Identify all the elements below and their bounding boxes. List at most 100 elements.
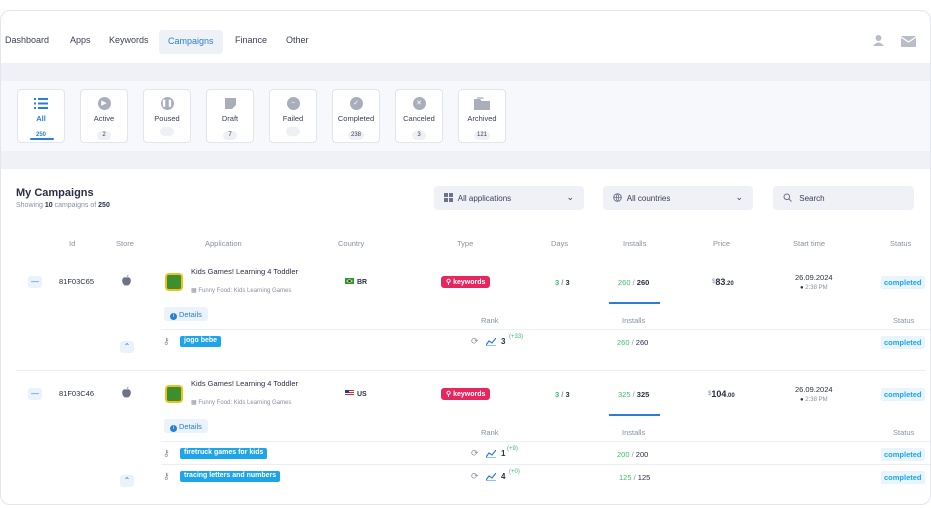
type-label: keywords <box>453 391 486 398</box>
type-badge: ⚲ keywords <box>441 388 491 400</box>
tab-active[interactable]: ▶ Active 2 <box>80 89 128 143</box>
app-name[interactable]: Kids Games! Learning 4 Toddler <box>191 267 301 277</box>
days-done: 3 <box>555 278 560 287</box>
tab-label: Failed <box>282 114 304 123</box>
start-time-value: 2:38 PM <box>805 285 828 291</box>
col-store[interactable]: Store <box>116 239 134 248</box>
status-badge: completed <box>881 471 925 484</box>
tab-archived[interactable]: Archived 121 <box>458 89 506 143</box>
x-icon: ✕ <box>412 97 426 110</box>
nav-apps[interactable]: Apps <box>70 35 91 45</box>
chart-icon[interactable] <box>486 338 496 346</box>
app-developer-name: Funny Food: Kids Learning Games <box>198 288 292 294</box>
subcol-installs: Installs <box>622 316 646 325</box>
summary-count: 10 <box>44 202 53 209</box>
status-badge: completed <box>881 336 925 349</box>
status-tabs: All 250 ▶ Active 2 ❚❚ Poused Draft 7 − F… <box>1 81 930 161</box>
refresh-icon[interactable]: ⟳ <box>471 336 479 347</box>
rank-value: 3 <box>501 337 506 346</box>
tab-draft[interactable]: Draft 7 <box>206 89 254 143</box>
status-badge: completed <box>881 388 925 401</box>
col-type[interactable]: Type <box>457 239 473 248</box>
col-country[interactable]: Country <box>338 239 364 248</box>
installs-progress-bar <box>609 302 660 304</box>
subcol-status: Status <box>893 428 915 437</box>
play-icon: ▶ <box>97 97 111 110</box>
subcol-installs: Installs <box>622 428 646 437</box>
subcol-status: Status <box>893 316 915 325</box>
search-input[interactable]: Search <box>773 186 914 210</box>
rank-value: 1 <box>501 449 506 458</box>
start-time-value: 2:38 PM <box>805 397 828 403</box>
rank-value: 4 <box>501 472 506 481</box>
kw-installs-total: 200 <box>635 450 649 459</box>
countries-filter[interactable]: All countries ⌄ <box>603 186 753 210</box>
col-days[interactable]: Days <box>551 239 568 248</box>
col-start-time[interactable]: Start time <box>793 239 825 248</box>
chevron-up-icon[interactable]: ⌃ <box>120 341 134 353</box>
globe-icon <box>613 193 622 203</box>
installs-total: 325 <box>636 390 650 399</box>
page-title: My Campaigns <box>16 187 94 199</box>
countries-filter-value: All countries <box>626 194 671 203</box>
details-button[interactable]: i Details <box>164 419 208 433</box>
days-cell: 3 / 3 <box>555 278 570 287</box>
tab-count: 121 <box>473 131 490 140</box>
country-cell: BR <box>345 278 367 286</box>
price-cell: $83.20 <box>712 277 734 287</box>
minus-icon: − <box>286 97 300 110</box>
type-label: keywords <box>453 279 486 286</box>
installs-progress-bar <box>609 414 660 416</box>
keyword-tag: tracing letters and numbers <box>180 471 281 482</box>
price-integer: 104 <box>711 389 727 399</box>
campaign-id: 81F03C46 <box>59 389 95 398</box>
nav-dashboard[interactable]: Dashboard <box>5 35 49 45</box>
tab-label: Draft <box>221 114 239 123</box>
kw-installs-done: 200 <box>617 450 630 459</box>
nav-finance[interactable]: Finance <box>235 35 267 45</box>
tab-count: 238 <box>347 131 364 140</box>
rank-delta: (+33) <box>509 334 524 340</box>
keyword-installs: 125 / 125 <box>619 473 651 482</box>
collapse-button[interactable]: — <box>28 276 42 288</box>
details-button[interactable]: i Details <box>164 307 208 321</box>
refresh-icon[interactable]: ⟳ <box>471 471 479 482</box>
tab-canceled[interactable]: ✕ Canceled 3 <box>395 89 443 143</box>
start-date: 26.09.2024 <box>795 385 833 394</box>
tab-all[interactable]: All 250 <box>17 89 65 143</box>
row-divider <box>161 464 930 465</box>
tab-count: 7 <box>223 131 237 140</box>
app-name[interactable]: Kids Games! Learning 4 Toddler <box>191 379 301 389</box>
key-icon: ⚷ <box>163 336 170 346</box>
tab-poused[interactable]: ❚❚ Poused <box>143 89 191 143</box>
col-price[interactable]: Price <box>713 239 730 248</box>
nav-campaigns[interactable]: Campaigns <box>159 30 223 54</box>
apple-icon <box>122 387 131 398</box>
installs-cell: 325 / 325 <box>618 390 650 399</box>
mail-icon[interactable] <box>901 36 916 47</box>
keyword-tag: jogo bebe <box>180 336 222 347</box>
col-id[interactable]: Id <box>69 239 75 248</box>
nav-other[interactable]: Other <box>286 35 309 45</box>
chevron-down-icon: ⌄ <box>566 192 574 202</box>
chevron-up-icon[interactable]: ⌃ <box>120 475 134 487</box>
row-divider <box>161 441 930 442</box>
tab-count: 250 <box>35 132 46 138</box>
tab-count: 3 <box>412 131 426 140</box>
chart-icon[interactable] <box>486 450 496 458</box>
col-installs[interactable]: Installs <box>623 239 646 248</box>
user-icon[interactable] <box>872 34 885 47</box>
refresh-icon[interactable]: ⟳ <box>471 448 479 459</box>
col-status[interactable]: Status <box>890 239 911 248</box>
tab-label: Poused <box>154 114 180 123</box>
keyword-tag: firetruck games for kids <box>180 448 268 459</box>
tab-completed[interactable]: ✓ Completed 238 <box>332 89 380 143</box>
col-application[interactable]: Application <box>205 239 242 248</box>
tab-failed[interactable]: − Failed <box>269 89 317 143</box>
kw-installs-total: 260 <box>635 338 649 347</box>
price-cell: $104.00 <box>708 389 735 399</box>
applications-filter[interactable]: All applications ⌄ <box>434 186 584 210</box>
chart-icon[interactable] <box>486 473 496 481</box>
nav-keywords[interactable]: Keywords <box>109 35 149 45</box>
collapse-button[interactable]: — <box>28 388 42 400</box>
